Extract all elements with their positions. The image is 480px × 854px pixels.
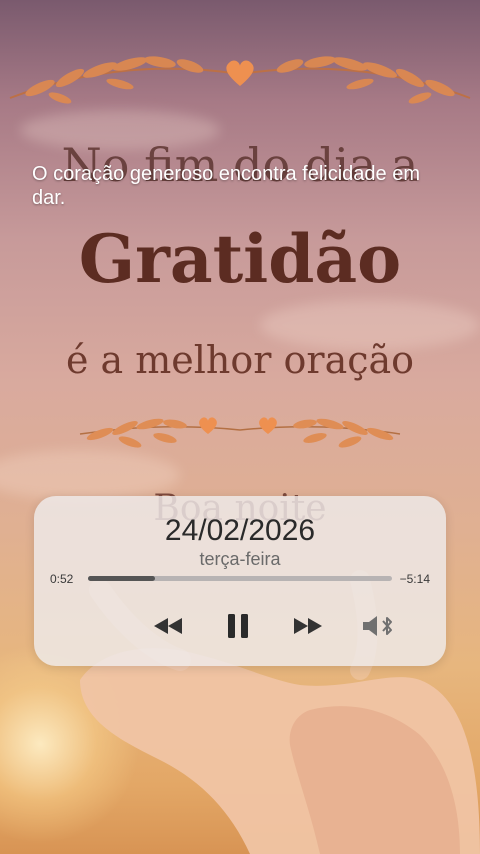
player-date: 24/02/2026 — [164, 514, 316, 547]
wallpaper-background: No fim do dia a Gratidão é a melhor oraç… — [0, 0, 480, 854]
fast-forward-button[interactable] — [288, 606, 328, 646]
heart-icon — [226, 60, 254, 86]
rewind-button[interactable] — [148, 606, 188, 646]
wreath-ornament-middle — [79, 417, 401, 448]
heart-icon — [259, 417, 277, 434]
player-weekday: terça-feira — [199, 549, 281, 569]
rewind-icon — [154, 618, 182, 634]
wallpaper-line3: é a melhor oração — [65, 338, 415, 382]
pause-icon — [228, 614, 248, 638]
wreath-ornament-top — [9, 56, 471, 104]
progress-scrubber[interactable] — [88, 576, 392, 581]
pause-button[interactable] — [218, 606, 258, 646]
time-remaining: −5:14 — [399, 572, 430, 586]
now-playing-widget[interactable]: 24/02/2026 terça-feira 0:52 −5:14 — [34, 496, 446, 666]
time-elapsed: 0:52 — [50, 572, 74, 586]
notification-quote-text: O coração generoso encontra felicidade e… — [32, 163, 421, 209]
speaker-bluetooth-icon — [363, 616, 392, 636]
progress-fill — [88, 576, 155, 581]
heart-icon — [199, 417, 217, 434]
fast-forward-icon — [294, 618, 322, 634]
audio-output-button[interactable] — [358, 606, 398, 646]
wallpaper-title: Gratidão — [78, 220, 402, 298]
